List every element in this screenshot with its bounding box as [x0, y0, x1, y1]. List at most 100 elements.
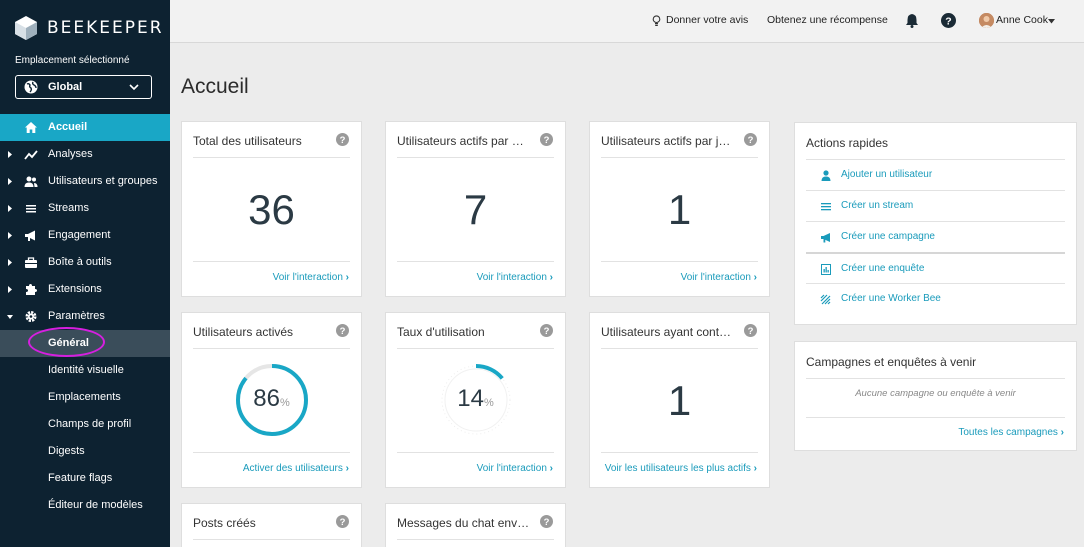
question-circle-icon[interactable]: ? — [336, 133, 349, 146]
sidebar-item-engagement[interactable]: Engagement — [0, 222, 170, 249]
card-title: Posts créés — [193, 516, 256, 530]
lightbulb-icon — [652, 15, 661, 26]
sidebar-subitem-locations[interactable]: Emplacements — [0, 384, 170, 411]
bell-icon[interactable] — [905, 13, 919, 28]
divider — [601, 261, 758, 262]
question-circle-icon[interactable]: ? — [744, 324, 757, 337]
svg-text:?: ? — [544, 326, 550, 337]
sidebar-item-users-groups[interactable]: Utilisateurs et groupes — [0, 168, 170, 195]
caret-down-icon[interactable] — [1048, 19, 1055, 24]
beekeeper-logo-icon — [15, 15, 37, 40]
reward-link[interactable]: Obtenez une récompense — [767, 14, 888, 26]
caret-right-icon — [8, 205, 12, 212]
svg-text:?: ? — [340, 517, 346, 528]
sidebar-item-accueil[interactable]: Accueil — [0, 114, 170, 141]
divider — [193, 539, 350, 540]
sidebar-item-label: Paramètres — [48, 310, 105, 322]
brand[interactable]: BEEKEEPER — [0, 0, 170, 55]
sidebar-item-label: Utilisateurs et groupes — [48, 175, 158, 187]
list-icon — [821, 203, 831, 211]
card-activated-users: Utilisateurs activés ? 86% Activer des u… — [181, 312, 362, 488]
quick-action-label: Créer une Worker Bee — [841, 293, 941, 304]
location-select[interactable]: Global — [15, 75, 152, 99]
question-circle-icon[interactable]: ? — [744, 133, 757, 146]
view-interaction-link[interactable]: Voir l'interaction — [681, 272, 757, 283]
sidebar-subitem-template-editor[interactable]: Éditeur de modèles — [0, 492, 170, 519]
worker-bee-icon — [820, 294, 831, 305]
all-campaigns-link[interactable]: Toutes les campagnes — [958, 427, 1064, 438]
home-icon — [25, 122, 37, 133]
activate-users-link[interactable]: Activer des utilisateurs — [243, 463, 349, 474]
sidebar-item-toolbox[interactable]: Boîte à outils — [0, 249, 170, 276]
caret-right-icon — [8, 232, 12, 239]
metric-value: 36 — [248, 186, 295, 233]
card-title: Messages du chat env… — [397, 516, 530, 530]
card-title: Taux d'utilisation — [397, 325, 485, 339]
sidebar-item-analyses[interactable]: Analyses — [0, 141, 170, 168]
sidebar-item-label: Analyses — [48, 148, 93, 160]
caret-right-icon — [8, 151, 12, 158]
view-interaction-link[interactable]: Voir l'interaction — [477, 463, 553, 474]
view-interaction-link[interactable]: Voir l'interaction — [273, 272, 349, 283]
svg-text:?: ? — [340, 326, 346, 337]
divider — [806, 417, 1065, 418]
topbar: Donner votre avis Obtenez une récompense… — [170, 0, 1084, 43]
chart-line-icon — [24, 150, 38, 160]
gauge-unit: % — [279, 397, 290, 409]
sidebar-item-label: Accueil — [48, 121, 88, 133]
svg-text:?: ? — [544, 517, 550, 528]
gauge-number: 86 — [253, 385, 280, 412]
question-circle-icon[interactable]: ? — [540, 133, 553, 146]
location-label: Emplacement sélectionné — [15, 55, 130, 66]
panel-title: Actions rapides — [806, 136, 889, 150]
metric-value: 7 — [463, 186, 488, 233]
users-icon — [24, 176, 38, 187]
help-icon[interactable]: ? — [941, 13, 956, 28]
user-name[interactable]: Anne Cook — [996, 14, 1048, 26]
quick-action-create-stream[interactable]: Créer un stream — [806, 190, 1065, 221]
sidebar-item-settings[interactable]: Paramètres — [0, 303, 170, 330]
empty-state-text: Aucune campagne ou enquête à venir — [855, 388, 1016, 399]
card-title: Utilisateurs actifs par j… — [601, 134, 731, 148]
gauge-number: 14 — [457, 385, 484, 412]
question-circle-icon[interactable]: ? — [336, 515, 349, 528]
view-interaction-link[interactable]: Voir l'interaction — [477, 272, 553, 283]
puzzle-icon — [26, 284, 37, 295]
user-icon — [821, 170, 831, 181]
metric-value: 1 — [667, 186, 692, 233]
svg-text:?: ? — [945, 15, 951, 27]
card-title: Utilisateurs ayant cont… — [601, 325, 732, 339]
most-active-users-link[interactable]: Voir les utilisateurs les plus actifs — [605, 463, 757, 474]
sidebar-item-streams[interactable]: Streams — [0, 195, 170, 222]
card-title: Utilisateurs activés — [193, 325, 294, 339]
svg-text:?: ? — [748, 326, 754, 337]
quick-action-create-survey[interactable]: Créer une enquête — [806, 252, 1065, 283]
upcoming-campaigns-panel: Campagnes et enquêtes à venir Aucune cam… — [794, 341, 1077, 451]
metric-value: 1 — [667, 377, 692, 424]
quick-action-create-worker-bee[interactable]: Créer une Worker Bee — [806, 283, 1065, 314]
card-active-users-2: Utilisateurs actifs par j… ? 1 Voir l'in… — [589, 121, 770, 297]
svg-text:?: ? — [340, 135, 346, 146]
sidebar-subitem-profile-fields[interactable]: Champs de profil — [0, 411, 170, 438]
sidebar-item-extensions[interactable]: Extensions — [0, 276, 170, 303]
question-circle-icon[interactable]: ? — [540, 324, 553, 337]
quick-action-add-user[interactable]: Ajouter un utilisateur — [806, 159, 1065, 190]
question-circle-icon[interactable]: ? — [336, 324, 349, 337]
card-posts-created: Posts créés ? — [181, 503, 362, 547]
sidebar-subitem-visual-identity[interactable]: Identité visuelle — [0, 357, 170, 384]
survey-icon — [821, 264, 831, 275]
card-usage-rate: Taux d'utilisation ? 14% Voir l'interact… — [385, 312, 566, 488]
sidebar-subitem-feature-flags[interactable]: Feature flags — [0, 465, 170, 492]
avatar[interactable] — [979, 13, 994, 28]
sidebar-subitem-digests[interactable]: Digests — [0, 438, 170, 465]
divider — [193, 452, 350, 453]
list-icon — [26, 205, 36, 213]
svg-text:?: ? — [544, 135, 550, 146]
card-title: Utilisateurs actifs par … — [397, 134, 524, 148]
quick-action-create-campaign[interactable]: Créer une campagne — [806, 221, 1065, 252]
feedback-link[interactable]: Donner votre avis — [666, 14, 748, 26]
quick-action-label: Créer une enquête — [841, 263, 925, 274]
card-active-users-1: Utilisateurs actifs par … ? 7 Voir l'int… — [385, 121, 566, 297]
divider — [397, 452, 554, 453]
question-circle-icon[interactable]: ? — [540, 515, 553, 528]
